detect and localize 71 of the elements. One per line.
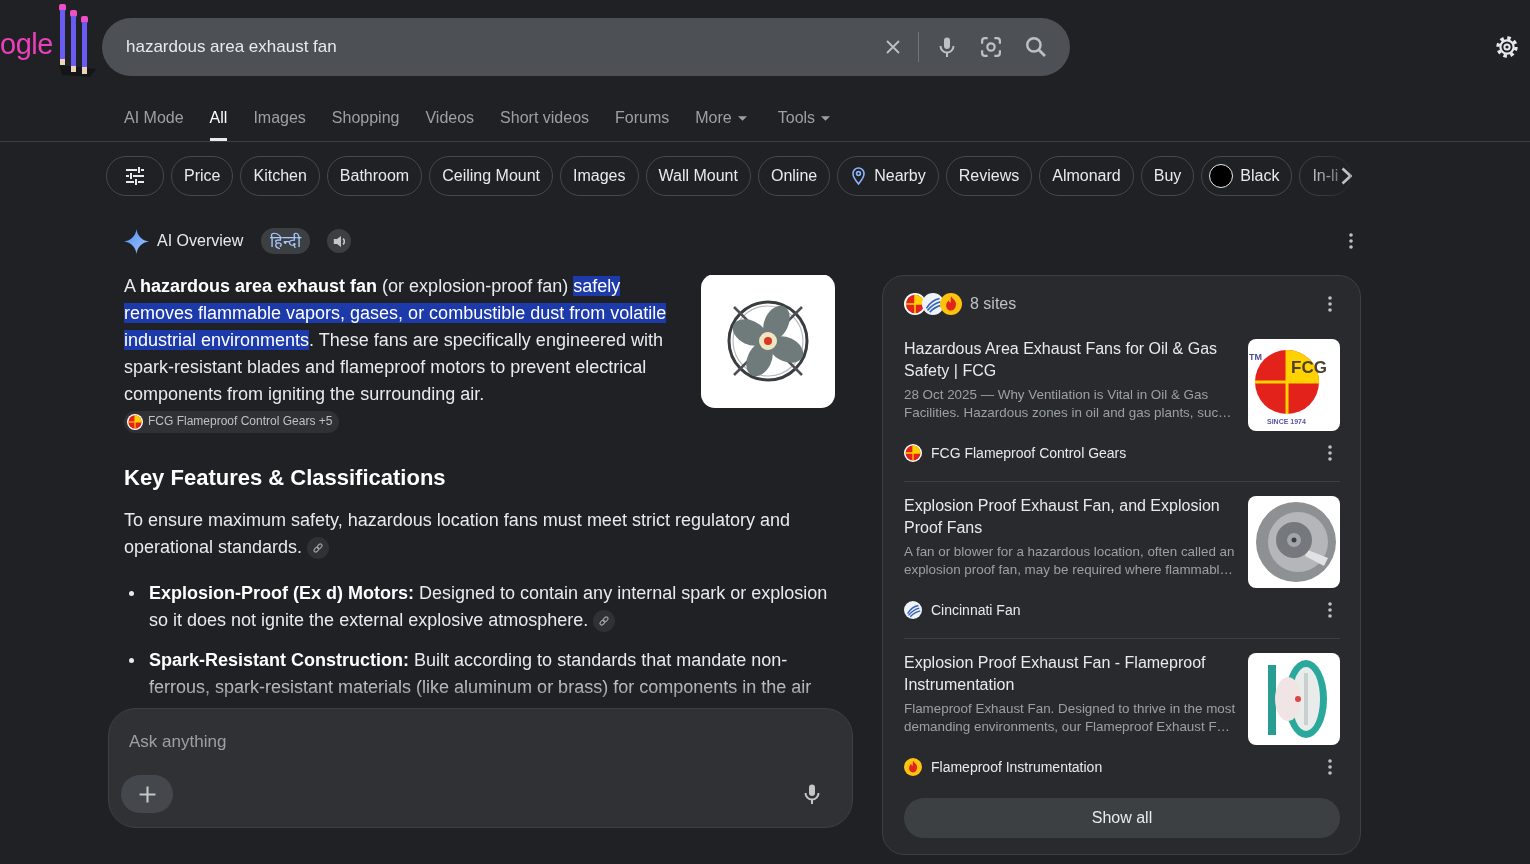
settings-button[interactable] <box>1495 35 1519 59</box>
image-search-button[interactable] <box>980 35 1002 59</box>
tab[interactable]: Images <box>253 94 306 141</box>
bullet-icon <box>129 590 134 596</box>
result-title[interactable]: Hazardous Area Exhaust Fans for Oil & Gas Safety | FCG <box>904 338 1242 382</box>
sliders-icon <box>126 167 144 185</box>
swirl-disc-icon <box>904 601 922 619</box>
source-name[interactable]: Flameproof Instrumentation <box>931 759 1103 775</box>
lens-icon <box>981 37 1001 57</box>
filter-chip[interactable]: Reviews <box>945 156 1033 196</box>
link-icon <box>598 614 611 627</box>
tab[interactable]: AI Mode <box>124 94 184 141</box>
search-bar[interactable]: hazardous area exhaust fan <box>102 18 1070 76</box>
result-title[interactable]: Explosion Proof Exhaust Fan - Flameproof Instrumentation <box>904 652 1242 696</box>
bullet-icon <box>129 657 134 663</box>
flame-disc-icon <box>940 293 962 315</box>
link-icon <box>312 541 325 554</box>
list-item-text: Explosion-Proof (Ex d) Motors: Designed to contain any internal spark or explosion so it does not ignite the external explosive atmosphere. <box>149 581 829 634</box>
source-link-button[interactable] <box>593 609 616 632</box>
source-name[interactable]: Cincinnati Fan <box>931 602 1021 618</box>
tab[interactable]: Forums <box>615 94 670 141</box>
close-icon <box>884 38 902 56</box>
listen-button[interactable] <box>327 229 352 253</box>
logo-wordmark[interactable]: ogle <box>0 27 53 61</box>
result-snippet: Flameproof Exhaust Fan. Designed to thrive in the most demanding environments, our Flameproof Exhaust F… <box>904 700 1237 736</box>
list-item-text: Spark-Resistant Construction: Built according to standards that mandate non-ferrous, spark-resistant materials (like aluminum or brass) for components in the air <box>149 648 813 699</box>
tab[interactable]: Short videos <box>500 94 590 141</box>
more-icon <box>1328 296 1332 312</box>
ask-panel[interactable]: Ask anything <box>108 708 853 828</box>
result-title[interactable]: Explosion Proof Exhaust Fan, and Explosion Proof Fans <box>904 495 1242 539</box>
section-title: AI Overview <box>157 232 244 250</box>
more-icon <box>1328 445 1332 461</box>
pin-icon <box>852 167 866 185</box>
more-icon <box>1349 233 1353 249</box>
tab[interactable]: Videos <box>425 94 475 141</box>
dropdown-tab[interactable]: More <box>695 94 747 141</box>
tab[interactable]: All <box>209 94 228 141</box>
ask-input[interactable]: Ask anything <box>129 730 824 754</box>
quartered-disc-icon <box>127 413 143 430</box>
language-button[interactable]: हिन्दी <box>261 228 311 254</box>
tab[interactable]: Shopping <box>331 94 400 141</box>
paragraph: To ensure maximum safety, hazardous location fans must meet strict regulatory and operational standards. <box>124 508 791 561</box>
mic-icon <box>939 37 955 57</box>
search-icon <box>1026 37 1046 57</box>
speaker-icon <box>333 234 346 248</box>
sites-count: 8 sites <box>970 295 1017 313</box>
settings-icon <box>1495 35 1519 59</box>
flame-disc-icon <box>904 758 922 776</box>
plus-icon <box>138 785 156 803</box>
sparkle-icon <box>124 228 149 254</box>
section-heading: Key Features & Classifications <box>124 464 447 492</box>
source-name[interactable]: FCG Flameproof Control Gears <box>931 445 1127 461</box>
show-all-button[interactable]: Show all <box>904 798 1340 838</box>
citation-chip[interactable]: FCG Flameproof Control Gears +5 <box>124 410 340 433</box>
add-button[interactable] <box>121 775 173 813</box>
quartered-disc-icon <box>904 444 922 462</box>
search-input[interactable]: hazardous area exhaust fan <box>126 37 872 57</box>
chevron-icon <box>1341 166 1353 186</box>
caret-icon <box>821 115 831 121</box>
more-icon <box>1328 759 1332 775</box>
search-button[interactable] <box>1025 35 1047 59</box>
more-icon <box>1328 602 1332 618</box>
mic-icon <box>804 784 820 804</box>
axial-fan-drawing[interactable] <box>1248 653 1340 745</box>
tools-button[interactable]: Tools <box>777 94 831 141</box>
result-snippet: 28 Oct 2025 — Why Ventilation is Vital in Oil & Gas Facilities. Hazardous zones in oil and gas plants, suc… <box>904 386 1233 422</box>
overview-paragraph: A hazardous area exhaust fan (or explosion-proof fan) safely removes flammable vapors, gases, or combustible dust from volatile industrial environments. These fans are specifically engineered with spark-resistant blades and flameproof motors to prevent electrical components from igniting the surrounding air. FCG Flameproof Control Gears +5 <box>124 272 680 435</box>
blower-drawing[interactable] <box>1248 496 1340 588</box>
result-snippet: A fan or blower for a hazardous location, often called an explosion proof fan, may be required where flammabl… <box>904 543 1236 579</box>
trademark-text: TM <box>1249 352 1262 362</box>
source-link-button[interactable] <box>307 536 330 559</box>
